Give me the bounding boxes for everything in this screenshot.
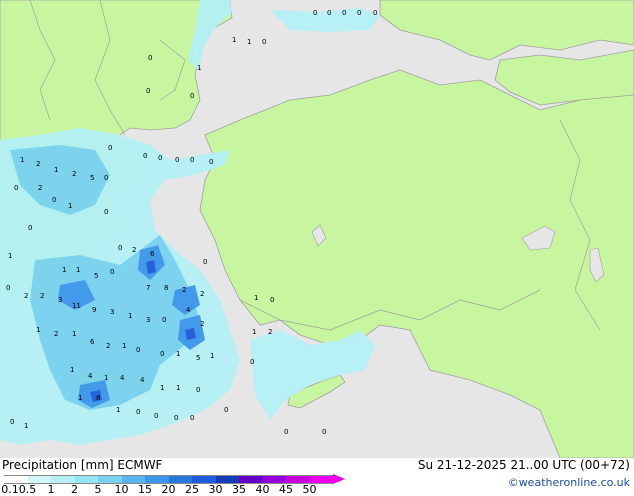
svg-text:0: 0 (262, 38, 266, 46)
svg-text:1: 1 (176, 384, 180, 392)
svg-text:0: 0 (190, 92, 194, 100)
svg-text:6: 6 (90, 338, 95, 346)
svg-text:2: 2 (200, 290, 204, 298)
svg-text:9: 9 (92, 306, 96, 314)
svg-text:1: 1 (36, 326, 40, 334)
footer: Precipitation [mm] ECMWF Su 21-12-2025 2… (0, 458, 634, 496)
svg-text:0: 0 (190, 414, 194, 422)
svg-text:1: 1 (70, 366, 74, 374)
svg-text:0: 0 (357, 9, 361, 17)
svg-text:0: 0 (108, 144, 112, 152)
svg-text:0: 0 (322, 428, 326, 436)
svg-text:0: 0 (28, 224, 32, 232)
svg-text:0: 0 (6, 284, 10, 292)
svg-text:1: 1 (128, 312, 132, 320)
svg-text:1: 1 (122, 342, 126, 350)
svg-text:1: 1 (176, 350, 180, 358)
svg-text:0: 0 (146, 87, 150, 95)
svg-text:1: 1 (232, 36, 236, 44)
svg-text:0: 0 (196, 386, 200, 394)
svg-text:2: 2 (182, 286, 186, 294)
svg-text:2: 2 (40, 292, 44, 300)
svg-text:0: 0 (136, 346, 140, 354)
svg-text:7: 7 (146, 284, 150, 292)
svg-text:2: 2 (200, 320, 204, 328)
svg-text:1: 1 (68, 202, 72, 210)
svg-text:0: 0 (104, 208, 108, 216)
svg-text:0: 0 (342, 9, 346, 17)
svg-text:3: 3 (58, 296, 62, 304)
svg-text:1: 1 (76, 266, 80, 274)
svg-text:4: 4 (186, 306, 191, 314)
svg-text:0: 0 (373, 9, 377, 17)
svg-text:0: 0 (154, 412, 158, 420)
valid-time-label: Su 21-12-2025 21..00 UTC (00+72) (417, 458, 630, 472)
credit-link[interactable]: ©weatheronline.co.uk (508, 476, 630, 489)
svg-text:0: 0 (143, 152, 147, 160)
svg-text:1: 1 (160, 384, 164, 392)
svg-text:0: 0 (104, 174, 108, 182)
svg-text:1: 1 (62, 266, 66, 274)
svg-text:1: 1 (210, 352, 214, 360)
svg-text:0: 0 (52, 196, 56, 204)
scale-end-arrow (333, 474, 345, 484)
svg-text:0: 0 (118, 244, 122, 252)
precipitation-map: 00000 110 0010 211 2 5 000 0000 2010 001 2… (0, 0, 634, 458)
svg-text:0: 0 (148, 54, 152, 62)
svg-text:2: 2 (268, 328, 272, 336)
svg-text:0: 0 (160, 350, 164, 358)
svg-text:2: 2 (24, 292, 28, 300)
svg-text:0: 0 (110, 268, 114, 276)
svg-text:1: 1 (197, 64, 201, 72)
svg-text:4: 4 (140, 376, 145, 384)
svg-text:1: 1 (20, 156, 24, 164)
svg-text:0: 0 (10, 418, 14, 426)
svg-text:5: 5 (94, 272, 98, 280)
svg-text:8: 8 (164, 284, 168, 292)
svg-text:0: 0 (190, 156, 194, 164)
svg-text:2: 2 (72, 170, 76, 178)
svg-text:2: 2 (132, 246, 136, 254)
svg-text:11: 11 (72, 302, 81, 310)
svg-text:6: 6 (150, 250, 155, 258)
svg-text:4: 4 (120, 374, 125, 382)
color-scale: 0.1 0.5 1 2 5 10 15 20 25 30 35 40 45 50 (0, 473, 345, 496)
svg-text:2: 2 (106, 342, 110, 350)
map-title: Precipitation [mm] ECMWF (2, 458, 163, 472)
svg-text:4: 4 (88, 372, 93, 380)
svg-text:3: 3 (110, 308, 114, 316)
svg-text:1: 1 (252, 328, 256, 336)
svg-text:3: 3 (146, 316, 150, 324)
svg-text:1: 1 (104, 374, 108, 382)
svg-text:1: 1 (254, 294, 258, 302)
svg-text:0: 0 (270, 296, 274, 304)
svg-text:0: 0 (209, 158, 213, 166)
svg-text:1: 1 (247, 38, 251, 46)
svg-text:5: 5 (90, 174, 94, 182)
svg-text:1: 1 (54, 166, 58, 174)
svg-text:2: 2 (54, 330, 58, 338)
svg-text:1: 1 (116, 406, 120, 414)
svg-text:2: 2 (36, 160, 40, 168)
svg-text:1: 1 (8, 252, 12, 260)
svg-text:0: 0 (158, 154, 162, 162)
svg-text:0: 0 (224, 406, 228, 414)
svg-text:1: 1 (72, 330, 76, 338)
svg-text:0: 0 (327, 9, 331, 17)
svg-text:5: 5 (196, 354, 200, 362)
svg-text:1: 1 (24, 422, 28, 430)
svg-text:0: 0 (174, 414, 178, 422)
svg-text:0: 0 (203, 258, 207, 266)
svg-text:8: 8 (96, 394, 100, 402)
svg-text:0: 0 (175, 156, 179, 164)
svg-text:0: 0 (14, 184, 18, 192)
svg-text:0: 0 (250, 358, 254, 366)
svg-text:2: 2 (38, 184, 42, 192)
svg-text:0: 0 (284, 428, 288, 436)
svg-text:0: 0 (162, 316, 166, 324)
svg-text:1: 1 (78, 394, 82, 402)
svg-text:0: 0 (313, 9, 317, 17)
svg-text:0: 0 (136, 408, 140, 416)
